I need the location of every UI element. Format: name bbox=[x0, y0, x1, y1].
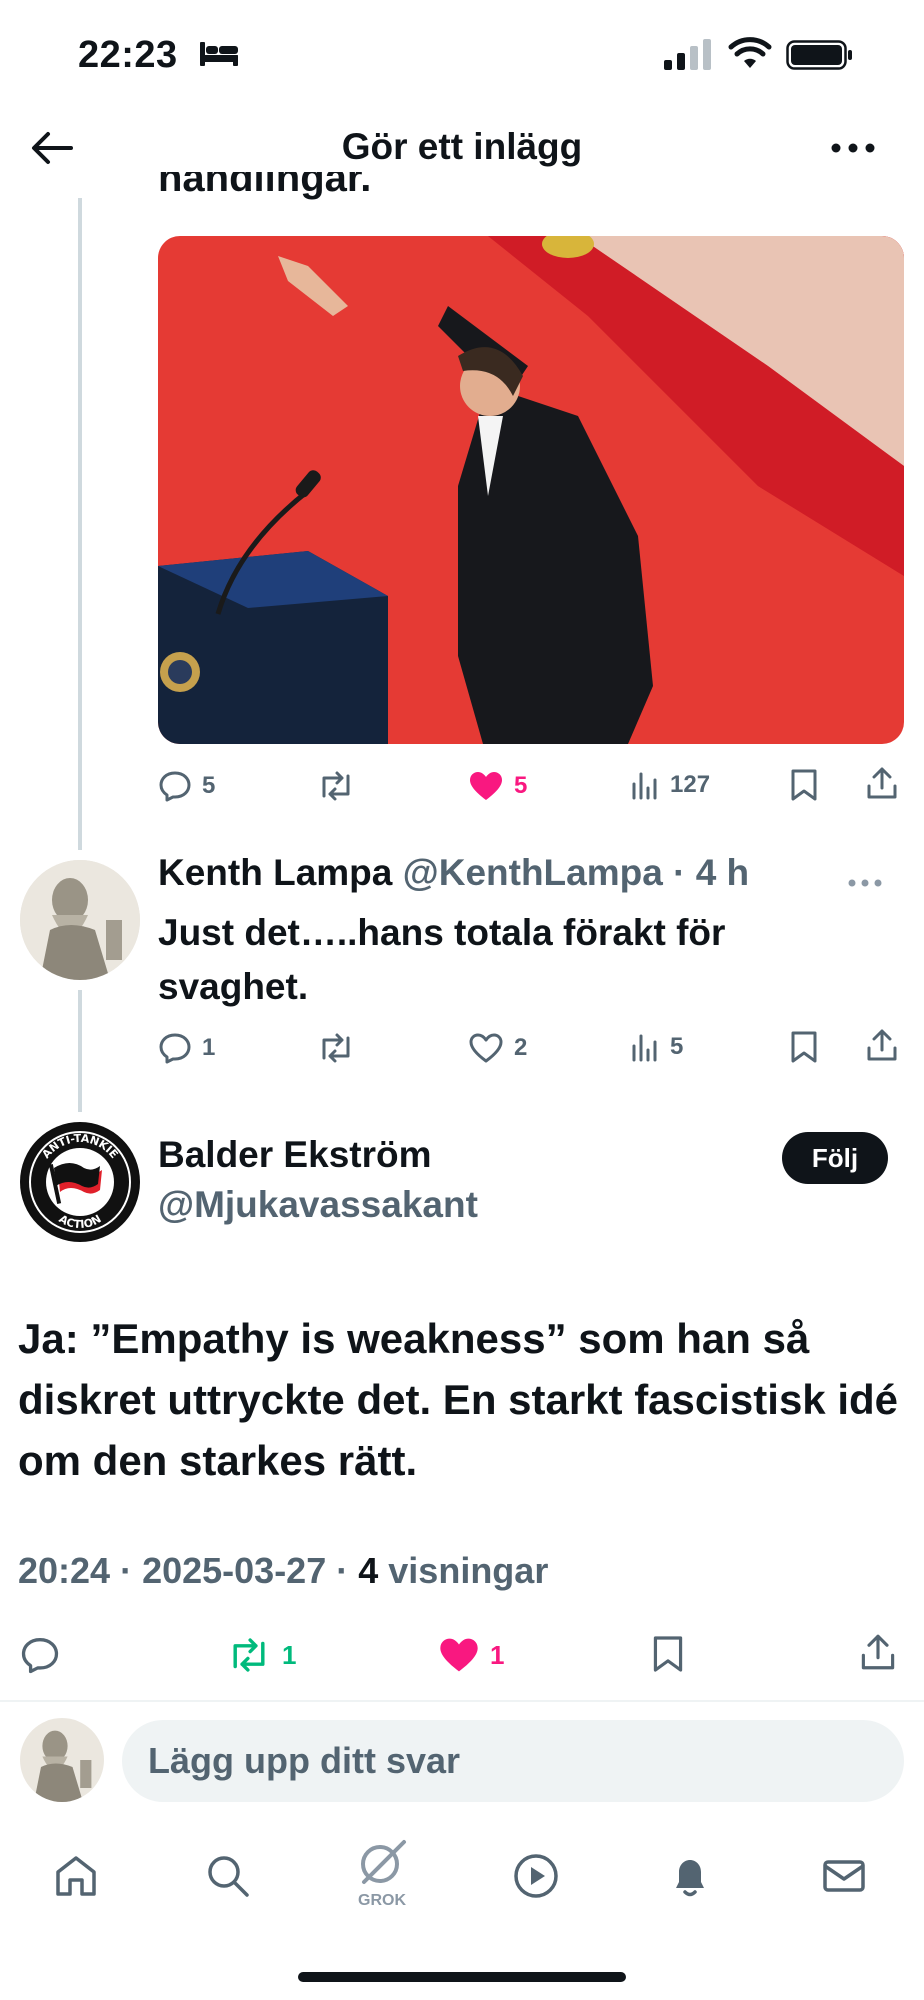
like-count: 2 bbox=[514, 1034, 528, 1061]
views-label: visningar bbox=[388, 1550, 549, 1591]
repost-icon bbox=[322, 771, 350, 801]
follow-button[interactable]: Följ bbox=[782, 1132, 888, 1184]
share-button[interactable] bbox=[860, 1632, 896, 1672]
home-icon bbox=[56, 1856, 96, 1896]
reply-button[interactable] bbox=[20, 1636, 60, 1674]
author-handle[interactable]: @Mjukavassakant bbox=[158, 1184, 478, 1226]
views-count: 4 bbox=[358, 1550, 379, 1591]
heart-filled-icon bbox=[470, 772, 502, 800]
views-chart-icon bbox=[632, 1034, 657, 1062]
post-image[interactable] bbox=[158, 236, 904, 744]
post-image-illustration bbox=[158, 236, 904, 744]
thread-line bbox=[78, 990, 82, 1112]
heart-outline-icon bbox=[469, 1033, 503, 1063]
avatar[interactable] bbox=[20, 860, 140, 980]
divider bbox=[0, 1700, 924, 1702]
like-button[interactable]: 5 bbox=[468, 770, 527, 802]
repost-icon bbox=[233, 1638, 265, 1672]
reply-icon bbox=[159, 1033, 191, 1064]
reply-count: 5 bbox=[202, 772, 216, 799]
share-button[interactable] bbox=[866, 766, 898, 800]
repost-icon bbox=[322, 1033, 350, 1063]
repost-button[interactable]: 1 bbox=[226, 1636, 296, 1674]
reply-more-button[interactable] bbox=[848, 874, 882, 892]
status-time: 22:23 bbox=[78, 34, 178, 76]
views-count: 127 bbox=[670, 771, 711, 798]
more-options-button[interactable] bbox=[828, 126, 878, 170]
author-handle[interactable]: @KenthLampa bbox=[403, 852, 663, 893]
sleep-focus-icon bbox=[200, 42, 238, 66]
reply-author-line: Kenth Lampa @KenthLampa · 4 h bbox=[158, 852, 749, 894]
search-icon bbox=[208, 1856, 249, 1897]
views-chart-icon bbox=[632, 772, 657, 800]
views-button[interactable]: 127 bbox=[630, 770, 710, 800]
reply-button[interactable]: 5 bbox=[158, 770, 215, 802]
home-indicator bbox=[298, 1972, 626, 1982]
bookmark-button[interactable] bbox=[652, 1634, 684, 1674]
thread-line bbox=[78, 198, 82, 850]
nav-grok-label: GROK bbox=[358, 1892, 406, 1909]
like-button[interactable]: 2 bbox=[468, 1032, 527, 1064]
author-name[interactable]: Balder Ekström bbox=[158, 1134, 432, 1176]
nav-home[interactable] bbox=[46, 1846, 106, 1906]
like-count: 1 bbox=[490, 1639, 505, 1670]
post-time: 4 h bbox=[695, 852, 750, 893]
battery-icon bbox=[786, 40, 852, 70]
nav-search[interactable] bbox=[198, 1846, 258, 1906]
nav-video[interactable] bbox=[506, 1846, 566, 1906]
bookmark-icon bbox=[791, 769, 817, 801]
nav-notifications[interactable] bbox=[660, 1846, 720, 1906]
bookmark-button[interactable] bbox=[790, 768, 818, 802]
share-icon bbox=[867, 1029, 897, 1061]
post-text: Ja: ”Empathy is weakness” som han så dis… bbox=[18, 1315, 899, 1484]
views-count: 5 bbox=[670, 1033, 684, 1060]
reply-button[interactable]: 1 bbox=[158, 1032, 215, 1064]
play-circle-icon bbox=[514, 1854, 558, 1898]
share-icon bbox=[861, 1634, 895, 1670]
page-title: Gör ett inlägg bbox=[341, 126, 583, 167]
like-button[interactable]: 1 bbox=[438, 1636, 504, 1674]
bookmark-icon bbox=[653, 1636, 683, 1672]
reply-text: Just det…..hans totala förakt för svaghe… bbox=[158, 912, 726, 1007]
share-button[interactable] bbox=[866, 1028, 898, 1062]
bookmark-icon bbox=[791, 1031, 817, 1063]
avatar[interactable]: ANTI-TANKIE ACTION bbox=[20, 1122, 140, 1242]
reply-count: 1 bbox=[202, 1034, 216, 1061]
reply-icon bbox=[21, 1638, 59, 1674]
views-button[interactable]: 5 bbox=[630, 1032, 683, 1062]
wifi-icon bbox=[728, 37, 772, 68]
heart-filled-icon bbox=[440, 1638, 478, 1672]
grok-icon bbox=[361, 1840, 406, 1884]
share-icon bbox=[867, 767, 897, 799]
bell-icon bbox=[676, 1860, 704, 1897]
repost-button[interactable] bbox=[316, 1032, 356, 1064]
like-count: 5 bbox=[514, 772, 528, 799]
more-horizontal-icon bbox=[831, 143, 875, 153]
reply-icon bbox=[159, 771, 191, 802]
nav-grok[interactable] bbox=[352, 1834, 412, 1894]
author-name[interactable]: Kenth Lampa bbox=[158, 852, 392, 893]
nav-messages[interactable] bbox=[814, 1846, 874, 1906]
reply-input[interactable]: Lägg upp ditt svar bbox=[122, 1720, 904, 1802]
repost-button[interactable] bbox=[316, 770, 356, 802]
separator-dot: · bbox=[662, 852, 696, 893]
cellular-signal-icon bbox=[664, 39, 711, 70]
more-horizontal-icon bbox=[848, 879, 882, 887]
bookmark-button[interactable] bbox=[790, 1030, 818, 1064]
statue-avatar-image bbox=[20, 1718, 104, 1802]
current-user-avatar[interactable] bbox=[20, 1718, 104, 1802]
mail-icon bbox=[823, 1860, 865, 1892]
repost-count: 1 bbox=[282, 1639, 297, 1670]
post-date: 2025-03-27 bbox=[142, 1550, 327, 1591]
anti-tankie-action-logo: ANTI-TANKIE ACTION bbox=[22, 1124, 138, 1240]
statue-avatar-image bbox=[20, 860, 140, 980]
post-time: 20:24 bbox=[18, 1550, 111, 1591]
previous-post-clipped-text: handlingar. bbox=[158, 172, 372, 200]
post-meta: 20:24 · 2025-03-27 · 4 visningar bbox=[18, 1550, 549, 1591]
